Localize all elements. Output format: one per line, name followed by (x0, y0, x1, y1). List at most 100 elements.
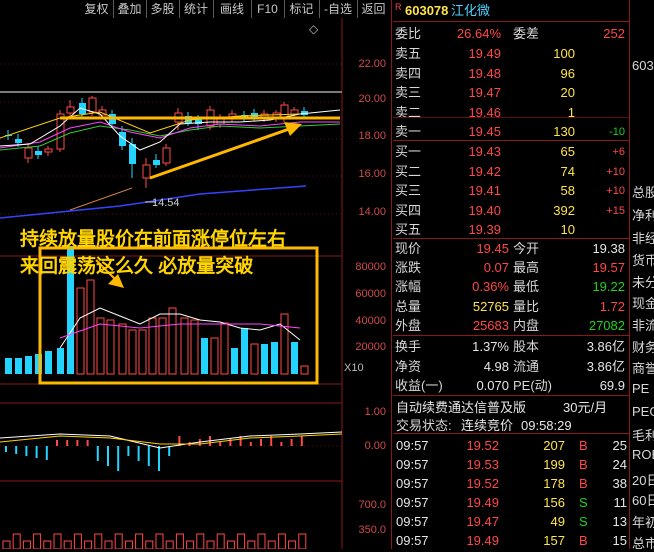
far-panel-item: ROE (632, 447, 654, 462)
level-volume: 20 (560, 85, 575, 100)
toolbar-mark-button[interactable]: 标记 (284, 0, 320, 18)
volume-tick-20000: 20000 (355, 341, 386, 353)
tick-price: 19.52 (466, 438, 499, 453)
volume-bar-up (250, 343, 259, 375)
bottom-indicator-bar (2, 540, 11, 549)
level-label: 卖五 (395, 46, 422, 61)
stock-name[interactable]: 江化微 (451, 0, 490, 22)
far-panel-item: 非流 (632, 318, 654, 333)
asks-level-2[interactable]: 卖四 19.48 96 (393, 64, 629, 84)
volume-bar-down (231, 348, 238, 374)
bottom-indicator-bar (226, 540, 235, 549)
tick-side: B (579, 438, 588, 453)
tick-row[interactable]: 09:57 19.52 178 B 38 (393, 474, 629, 494)
level-label: 卖一 (395, 124, 422, 139)
price-tick-18: 18.00 (358, 130, 386, 142)
far-panel-item: PE (632, 381, 650, 396)
quote-value-right: 19.38 (592, 241, 625, 256)
volume-bar-up (280, 313, 289, 375)
tick-row[interactable]: 09:57 19.49 156 S 11 (393, 493, 629, 513)
tick-time: 09:57 (396, 476, 429, 491)
bids-level-2[interactable]: 买二 19.42 74 +10 (393, 162, 629, 182)
asks-level-1[interactable]: 卖五 19.49 100 (393, 44, 629, 64)
bottom-indicator-bar (33, 533, 42, 549)
tick-side: B (579, 533, 588, 548)
tick-volume: 156 (543, 495, 565, 510)
bottom-indicator-bar (84, 540, 93, 549)
bids-level-5[interactable]: 买五 19.39 10 (393, 220, 629, 240)
level-price: 19.41 (468, 183, 501, 198)
level-label: 买三 (395, 183, 422, 198)
subscription-text[interactable]: 自动续费通达信普及版 (396, 398, 526, 418)
price-tick-16: 16.00 (358, 168, 386, 180)
tick-row[interactable]: 09:57 19.49 157 B 15 (393, 531, 629, 551)
bottom-indicator-bar (247, 540, 256, 549)
toolbar-overlay-button[interactable]: 叠加 (113, 0, 147, 18)
volume-tick-40000: 40000 (355, 315, 386, 327)
toolbar-remove-watchlist-button[interactable]: -自选 (319, 0, 358, 18)
tick-side: B (579, 457, 588, 472)
volume-bar-up (118, 323, 127, 375)
toolbar-back-button[interactable]: 返回 (357, 0, 390, 18)
bids-level-1[interactable]: 买一 19.43 65 +6 (393, 142, 629, 162)
level-price: 19.39 (468, 222, 501, 237)
quote-row: 涨幅 0.36% 最低 19.22 (393, 277, 629, 297)
level-volume: 1 (567, 104, 575, 120)
tick-time: 09:57 (396, 457, 429, 472)
toolbar-stats-button[interactable]: 统计 (179, 0, 214, 18)
far-panel-item: 总股 (632, 185, 654, 200)
level-change: +6 (612, 146, 625, 158)
tick-count: 24 (612, 457, 627, 472)
candle-up (66, 106, 75, 114)
candle-up (24, 147, 33, 159)
tick-row[interactable]: 09:57 19.47 49 S 13 (393, 512, 629, 532)
tick-side: S (579, 495, 588, 510)
subscription-price: 30元/月 (563, 400, 608, 415)
tick-volume: 199 (543, 457, 565, 472)
bottom-indicator-bar (298, 533, 307, 549)
bottom-indicator-bar (94, 533, 103, 549)
tick-side: S (579, 514, 588, 529)
weibi-value: 26.64% (456, 26, 501, 41)
volume-bar-up (190, 319, 199, 375)
toolbar-f10-button[interactable]: F10 (251, 0, 285, 18)
asks-level-5[interactable]: 卖一 19.45 130 -10 (393, 122, 629, 142)
tick-side: B (579, 476, 588, 491)
fundamental-row: 净资 4.98 流通 3.86亿 (393, 357, 629, 377)
asks-level-4[interactable]: 卖二 19.46 1 (393, 103, 629, 123)
fundamental-row: 换手 1.37% 股本 3.86亿 (393, 337, 629, 357)
bottom-indicator-bar (155, 533, 164, 549)
far-panel-code: 603 (632, 58, 654, 73)
level-change: +10 (606, 185, 625, 197)
tick-row[interactable]: 09:57 19.52 207 B 25 (393, 436, 629, 456)
toolbar-fuquan-button[interactable]: 复权 (80, 0, 114, 18)
kline-chart[interactable] (0, 18, 390, 549)
bottom-indicator-bar (186, 540, 195, 549)
quote-row: 现价 19.45 今开 19.38 (393, 239, 629, 259)
volume-bar-up (106, 319, 115, 375)
far-panel-item: 60日 (632, 493, 654, 508)
level-volume: 130 (553, 124, 575, 139)
tick-volume: 157 (543, 533, 565, 548)
quote-value-left: 25683 (472, 317, 509, 333)
asks-level-3[interactable]: 卖三 19.47 20 (393, 83, 629, 103)
level-label: 卖四 (395, 65, 422, 81)
toolbar-draw-line-button[interactable]: 画线 (213, 0, 252, 18)
tick-volume: 178 (543, 476, 565, 491)
far-panel-item: 非经 (632, 231, 654, 246)
volume-bar-up (96, 317, 105, 375)
volume-bar-down (271, 342, 278, 374)
far-panel-item: 现金 (632, 296, 654, 311)
diamond-icon[interactable]: ◇ (309, 22, 318, 36)
tick-row[interactable]: 09:57 19.53 199 B 24 (393, 455, 629, 475)
macd-tick-0: 0.00 (364, 440, 386, 452)
bottom-indicator-bar (175, 533, 184, 549)
toolbar-multi-stock-button[interactable]: 多股 (146, 0, 180, 18)
grid-lines (0, 18, 343, 549)
bottom-indicator-bar (73, 533, 82, 549)
subscription-row[interactable]: 自动续费通达信普及版 30元/月 (393, 398, 629, 418)
bids-level-3[interactable]: 买三 19.41 58 +10 (393, 181, 629, 201)
bids-level-4[interactable]: 买四 19.40 392 +15 (393, 201, 629, 221)
bottom-tick-350: 350.0 (358, 524, 386, 536)
volume-ma-magenta (59, 323, 301, 339)
